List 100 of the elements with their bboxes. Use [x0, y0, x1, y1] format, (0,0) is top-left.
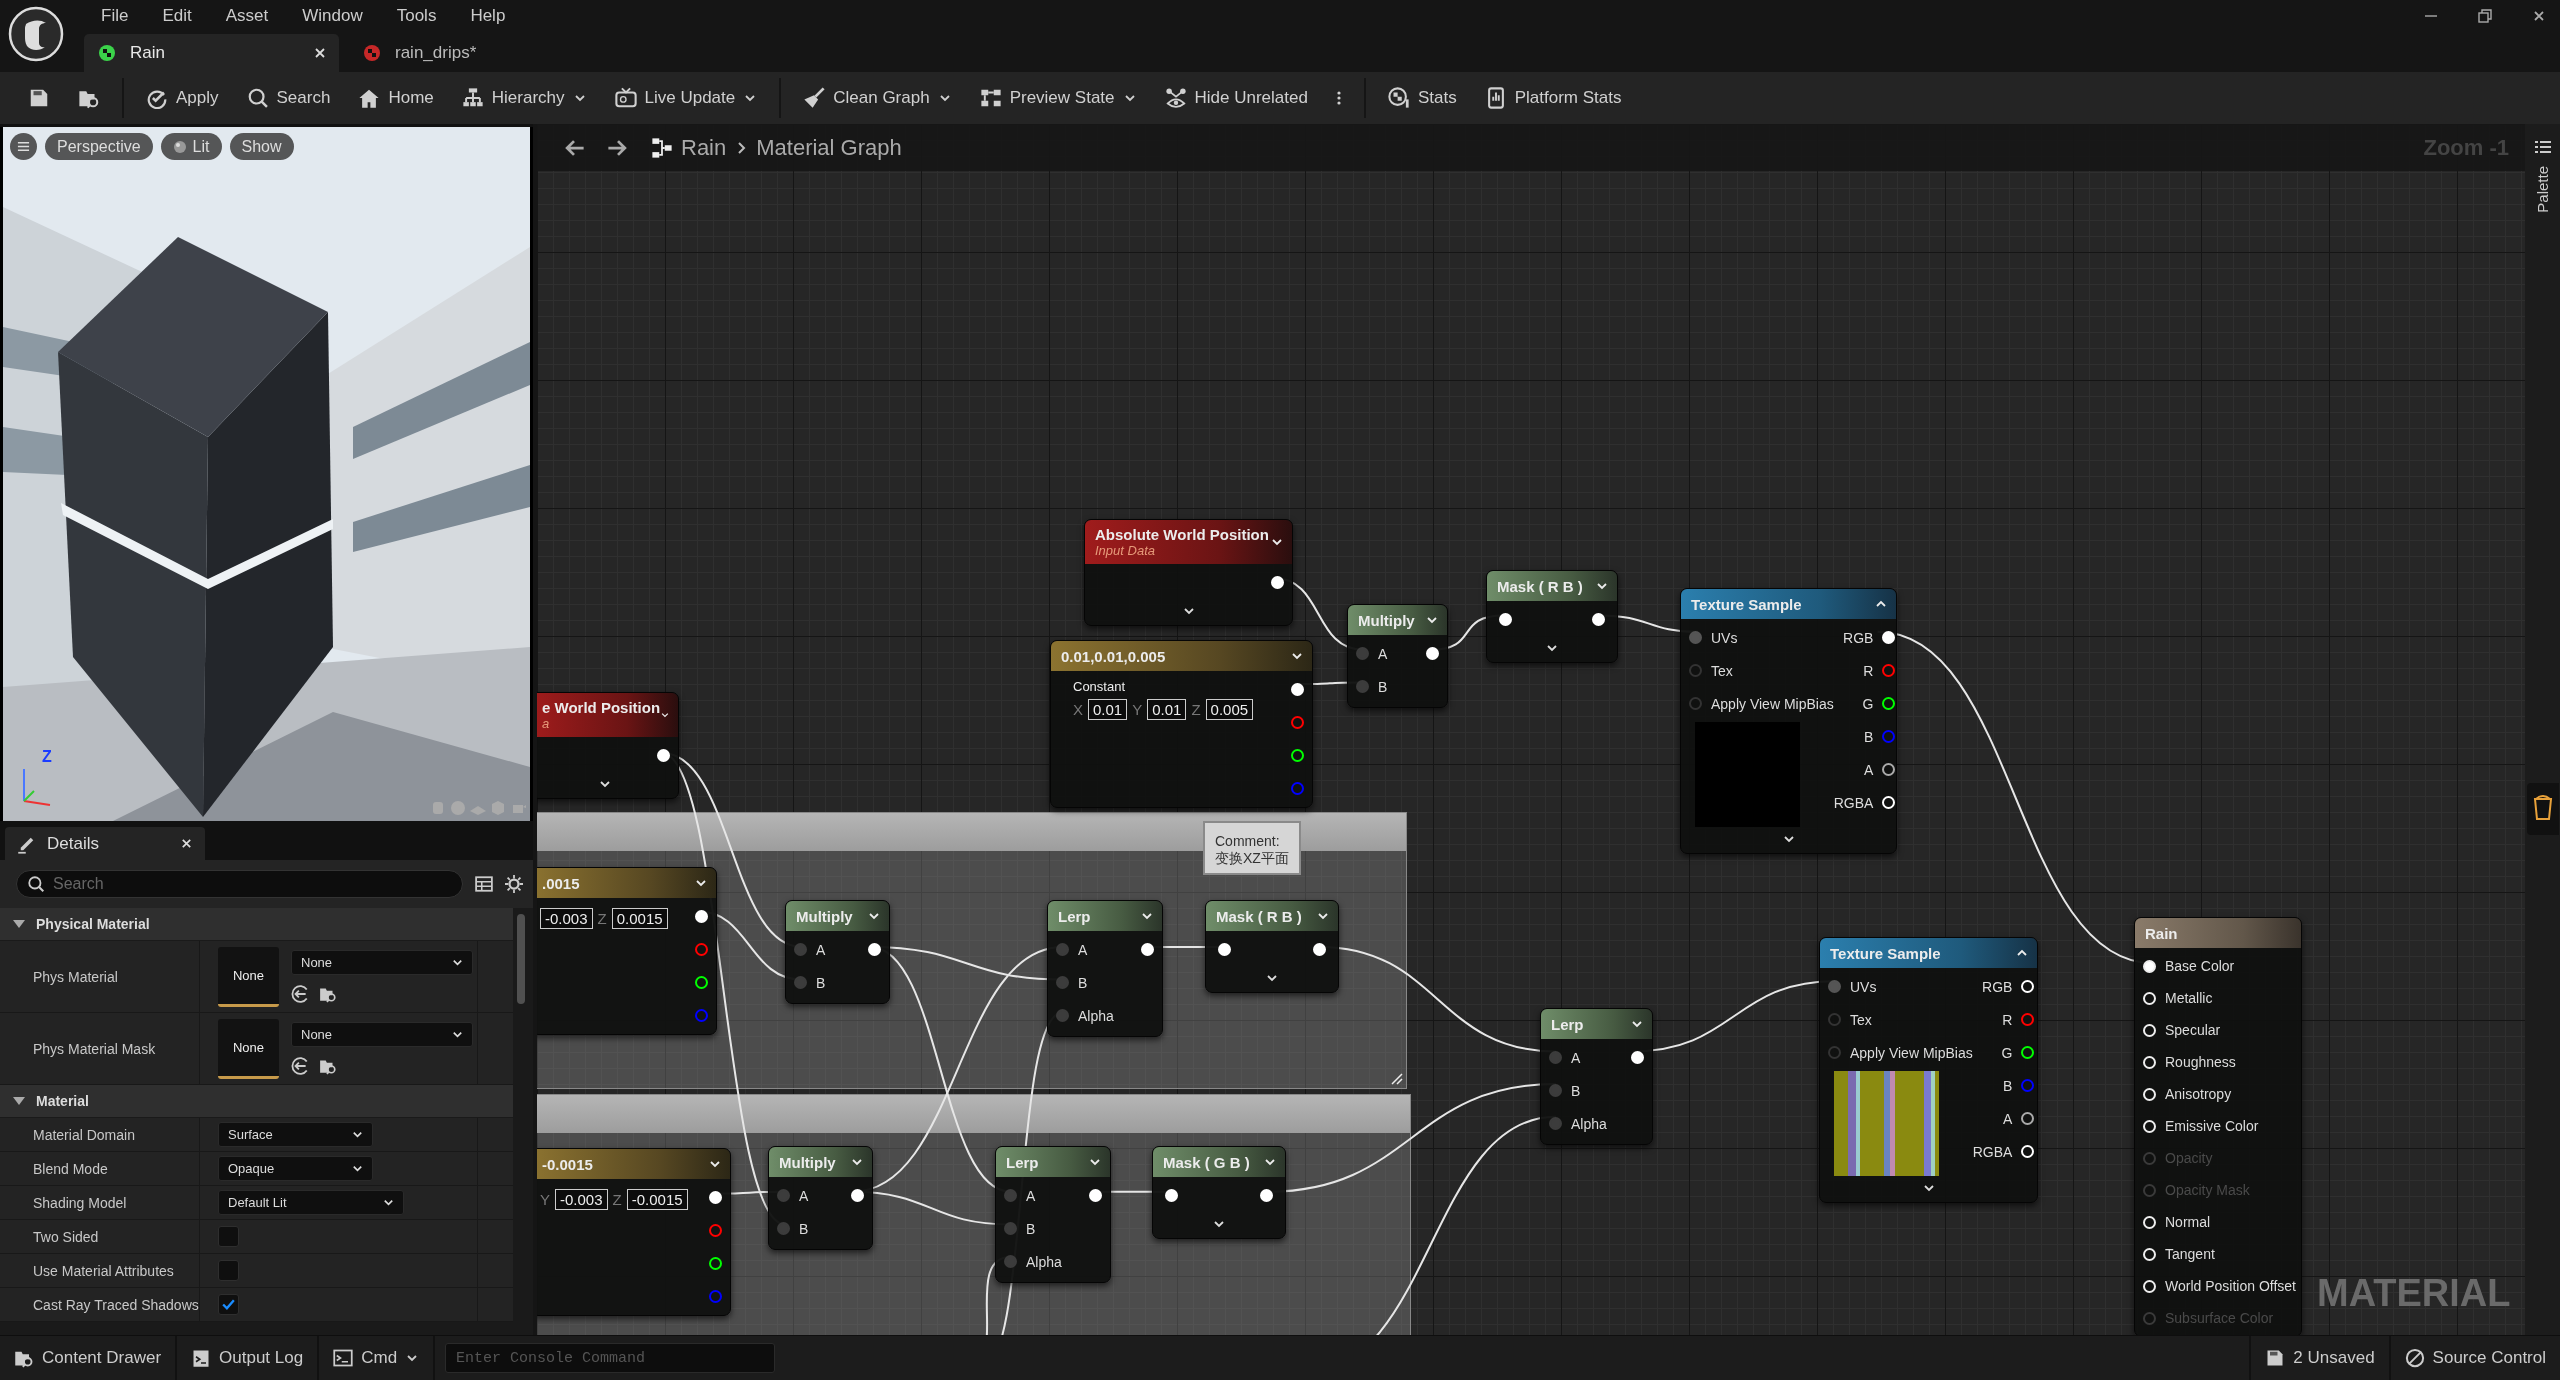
close-icon[interactable] — [180, 837, 193, 850]
viewport-button[interactable]: Show — [229, 133, 294, 160]
panel-tab[interactable]: Details — [5, 827, 205, 860]
toolbar-button[interactable]: Platform Stats — [1474, 81, 1632, 115]
graph-node[interactable]: Texture Sample UVs Tex Apply View MipBias RGB R G B A RGBA — [1819, 937, 2038, 1203]
source-control-button[interactable]: Source Control — [2388, 1336, 2560, 1380]
close-icon[interactable] — [313, 46, 327, 60]
breadcrumb-item[interactable]: Rain — [681, 134, 727, 161]
dropdown[interactable]: Opaque — [218, 1156, 373, 1181]
node-header[interactable]: Texture Sample — [1820, 938, 2037, 968]
node-header[interactable]: Lerp — [1048, 901, 1162, 931]
graph-node[interactable]: Mask ( R B ) — [1205, 900, 1339, 993]
value-field[interactable]: 0.0015 — [611, 908, 668, 929]
checkbox[interactable] — [218, 1226, 239, 1247]
logo-icon[interactable] — [8, 6, 64, 62]
node-header[interactable]: Lerp — [996, 1147, 1110, 1177]
folder-search-icon[interactable] — [319, 1057, 337, 1075]
dropdown[interactable]: Surface — [218, 1122, 373, 1147]
graph-node[interactable]: Absolute World Position Input Data — [1084, 519, 1293, 626]
checkbox[interactable] — [218, 1294, 239, 1315]
toolbar-button[interactable]: Apply — [136, 81, 229, 115]
section-header[interactable]: Material — [0, 1085, 513, 1118]
node-header[interactable]: Multiply — [769, 1147, 872, 1177]
toolbar-button[interactable]: Clean Graph — [793, 81, 962, 115]
node-header[interactable]: -0.0015 — [537, 1149, 730, 1179]
graph-node[interactable]: Multiply A B — [768, 1146, 873, 1250]
menu-item[interactable]: Window — [285, 1, 380, 31]
table-icon[interactable] — [475, 875, 493, 893]
value-field[interactable]: -0.0015 — [626, 1189, 688, 1210]
menu-item[interactable]: Help — [453, 1, 523, 31]
value-field[interactable]: 0.01 — [1088, 699, 1128, 720]
node-header[interactable]: Mask ( G B ) — [1153, 1147, 1285, 1177]
axis-label: Z — [42, 748, 52, 766]
node-header[interactable]: e World Position a — [537, 693, 678, 737]
checkbox[interactable] — [218, 1260, 239, 1281]
menu-item[interactable]: Edit — [145, 1, 209, 31]
node-header[interactable]: 0.01,0.01,0.005 — [1051, 641, 1312, 671]
value-field[interactable]: -0.003 — [540, 908, 593, 929]
scrollbar-thumb[interactable] — [517, 914, 525, 1004]
menu-item[interactable]: File — [84, 1, 146, 31]
side-tab[interactable] — [2526, 782, 2559, 835]
unsaved-button[interactable]: 2 Unsaved — [2249, 1336, 2389, 1380]
viewport-button[interactable]: Perspective — [45, 133, 153, 160]
statusbar-button[interactable]: Output Log — [177, 1336, 320, 1380]
graph-node[interactable]: Multiply A B — [1347, 604, 1448, 708]
toolbar-button[interactable]: Search — [236, 81, 341, 115]
node-header[interactable]: Rain — [2135, 918, 2301, 948]
toolbar-button[interactable]: Live Update — [604, 81, 768, 115]
pin[interactable] — [2021, 1112, 2035, 1125]
statusbar-button[interactable]: Cmd — [319, 1336, 436, 1380]
restore-icon[interactable] — [2478, 9, 2492, 23]
menu-item[interactable]: Tools — [379, 1, 454, 31]
graph-node[interactable]: -0.0015 Y -0.003 Z -0.0015 — [537, 1148, 731, 1316]
dropdown[interactable]: Default Lit — [218, 1190, 404, 1215]
tab[interactable]: rain_drips* — [349, 34, 489, 72]
graph-node[interactable]: e World Position a — [537, 692, 679, 799]
node-header[interactable]: Texture Sample — [1681, 589, 1896, 619]
dropdown[interactable]: None — [291, 950, 473, 975]
tab[interactable]: Rain — [84, 34, 339, 72]
breadcrumb-item[interactable]: Material Graph — [756, 134, 902, 161]
graph-node[interactable]: .0015 -0.003 Z 0.0015 — [537, 867, 717, 1035]
reset-arrow-icon[interactable] — [291, 985, 309, 1003]
graph-node[interactable]: Texture Sample UVs Tex Apply View MipBias RGB R G B A RGBA — [1680, 588, 1897, 854]
dropdown[interactable]: None — [291, 1022, 473, 1047]
value-field[interactable]: 0.01 — [1147, 699, 1187, 720]
graph-node[interactable]: Lerp A B Alpha — [1540, 1008, 1653, 1145]
toolbar-button[interactable]: Hide Unrelated — [1154, 81, 1318, 115]
settings-icon[interactable] — [505, 875, 523, 893]
node-header[interactable]: .0015 — [537, 868, 716, 898]
reset-arrow-icon[interactable] — [291, 1057, 309, 1075]
toolbar-button[interactable]: Preview State — [969, 81, 1147, 115]
toolbar-button[interactable]: Hierarchy — [451, 81, 597, 115]
section-header[interactable]: Physical Material — [0, 908, 513, 941]
graph-node[interactable]: Mask ( R B ) — [1486, 570, 1618, 663]
value-field[interactable]: 0.005 — [1205, 699, 1254, 720]
node-header[interactable]: Mask ( R B ) — [1487, 571, 1617, 601]
graph-node[interactable]: Lerp A B Alpha — [1047, 900, 1163, 1037]
graph-node[interactable]: 0.01,0.01,0.005 Constant X 0.01 Y 0.01 Z 0.005 — [1050, 640, 1313, 808]
viewport-button[interactable]: Lit — [160, 133, 222, 160]
list-icon[interactable] — [2533, 140, 2552, 156]
node-header[interactable]: Multiply — [786, 901, 889, 931]
value-field[interactable]: -0.003 — [555, 1189, 608, 1210]
folder-search-icon[interactable] — [319, 985, 337, 1003]
node-header[interactable]: Multiply — [1348, 605, 1447, 635]
close-icon[interactable] — [2532, 9, 2546, 23]
toolbar-button[interactable]: Stats — [1377, 81, 1467, 115]
node-header[interactable]: Absolute World Position Input Data — [1085, 520, 1292, 564]
graph-node[interactable]: Mask ( G B ) — [1152, 1146, 1286, 1239]
toolbar-button[interactable]: Home — [348, 81, 444, 115]
graph-node[interactable]: Multiply A B — [785, 900, 890, 1004]
node-header[interactable]: Lerp — [1541, 1009, 1652, 1039]
search-field[interactable]: Search — [16, 870, 463, 898]
pin[interactable] — [1882, 763, 1896, 776]
console-field[interactable]: Enter Console Command — [445, 1343, 776, 1373]
palette-tab[interactable]: Palette — [2534, 166, 2551, 213]
resize-grip-icon[interactable] — [1389, 1071, 1403, 1085]
menu-item[interactable]: Asset — [208, 1, 286, 31]
node-header[interactable]: Mask ( R B ) — [1206, 901, 1338, 931]
statusbar-button[interactable]: Content Drawer — [0, 1336, 178, 1380]
graph-node[interactable]: Lerp A B Alpha — [995, 1146, 1111, 1283]
